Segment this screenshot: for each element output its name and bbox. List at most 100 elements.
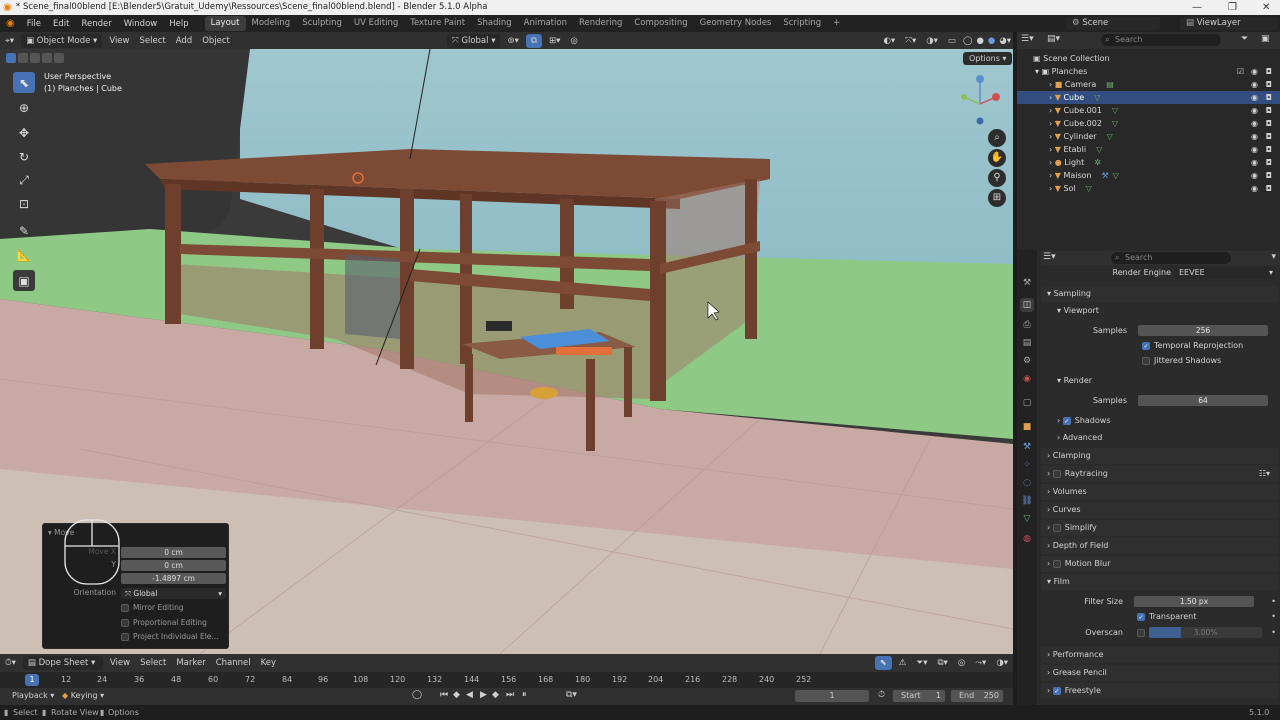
render-camera-icon[interactable]: ◘ — [1266, 182, 1272, 195]
shading-material-icon[interactable]: ● — [986, 34, 997, 48]
overscan-checkbox[interactable] — [1137, 629, 1145, 637]
overscan-field[interactable]: 3.00% — [1149, 627, 1262, 638]
viewport-samples-field[interactable]: 256 — [1138, 325, 1268, 336]
play-icon[interactable]: ▶ — [480, 690, 487, 700]
proportional-icon[interactable]: ◎ — [953, 656, 970, 670]
transparent-checkbox[interactable]: ✓ — [1137, 612, 1145, 621]
collection-tab-icon[interactable]: ▢ — [1020, 396, 1034, 410]
project-checkbox[interactable] — [121, 633, 129, 641]
simplify-section[interactable]: › Simplify — [1041, 520, 1278, 536]
select-intersect-icon[interactable] — [54, 53, 64, 63]
display-mode-icon[interactable]: ▤▾ — [1047, 34, 1060, 44]
render-camera-icon[interactable]: ◘ — [1266, 169, 1272, 182]
raytracing-section[interactable]: › Raytracing ☷▾ — [1041, 466, 1278, 482]
modifier-tab-icon[interactable]: ⚒ — [1020, 440, 1034, 454]
ortho-toggle-icon[interactable]: ⊞ — [988, 189, 1006, 207]
shadows-checkbox[interactable]: ✓ — [1062, 416, 1071, 425]
eye-icon[interactable]: ◉ — [1251, 182, 1258, 195]
tab-texture-paint[interactable]: Texture Paint — [404, 16, 471, 31]
select-invert-icon[interactable] — [42, 53, 52, 63]
eye-icon[interactable]: ◉ — [1251, 143, 1258, 156]
world-tab-icon[interactable]: ◉ — [1020, 372, 1034, 386]
advanced-subsection[interactable]: › Advanced — [1041, 430, 1278, 446]
eye-icon[interactable]: ◉ — [1251, 130, 1258, 143]
select-new-icon[interactable] — [6, 53, 16, 63]
outliner-search-input[interactable]: ⌕ Search — [1101, 34, 1221, 46]
rotate-tool-icon[interactable]: ↻ — [13, 146, 35, 167]
keyframe-dot-icon[interactable]: • — [1271, 594, 1276, 610]
menu-file[interactable]: File — [21, 19, 47, 29]
jump-end-icon[interactable]: ⏭ — [506, 690, 514, 700]
render-subsection[interactable]: ▾ Render — [1041, 373, 1278, 389]
select-extend-icon[interactable] — [18, 53, 28, 63]
transform-tool-icon[interactable]: ⊡ — [13, 193, 35, 214]
freestyle-checkbox[interactable]: ✓ — [1052, 686, 1061, 695]
filter-size-field[interactable]: 1.50 px — [1134, 596, 1254, 607]
annotate-tool-icon[interactable]: ✎ — [13, 220, 35, 241]
proportional-editing-row[interactable]: Proportional Editing — [121, 618, 308, 630]
move-x-field[interactable]: 0 cm — [121, 547, 226, 558]
material-tab-icon[interactable]: ◍ — [1020, 532, 1034, 546]
menu-view[interactable]: View — [104, 34, 134, 48]
shading-solid-icon[interactable]: ● — [974, 34, 985, 48]
measure-tool-icon[interactable]: 📐 — [13, 244, 35, 265]
options-dropdown[interactable]: Options ▾ — [963, 52, 1013, 65]
jittered-shadows-row[interactable]: Jittered Shadows — [1041, 353, 1278, 369]
dope-menu-marker[interactable]: Marker — [171, 656, 210, 670]
tab-compositing[interactable]: Compositing — [628, 16, 693, 31]
eye-icon[interactable]: ◉ — [1251, 78, 1258, 91]
exclude-checkbox-icon[interactable]: ☑ — [1237, 65, 1244, 78]
playback-menu[interactable]: Playback ▾ — [12, 691, 54, 700]
show-errors-icon[interactable]: ⚠ — [894, 656, 912, 670]
tab-shading[interactable]: Shading — [471, 16, 518, 31]
jump-start-icon[interactable]: ⏮ — [440, 690, 448, 700]
project-individual-row[interactable]: Project Individual Ele... — [121, 632, 308, 644]
new-collection-icon[interactable]: ▣ — [1261, 34, 1270, 44]
move-z-field[interactable]: -1.4897 cm — [121, 573, 226, 584]
editor-type-icon[interactable]: ⌖▾ — [0, 34, 19, 48]
properties-search-input[interactable]: ⌕ Search — [1111, 252, 1231, 264]
add-workspace-icon[interactable]: + — [827, 16, 846, 31]
only-selected-icon[interactable]: ⬉ — [874, 656, 892, 670]
jittered-checkbox[interactable] — [1142, 356, 1150, 365]
outliner-item-cube002[interactable]: › ▼ Cube.002 ▽ ◉ ◘ — [1017, 117, 1280, 130]
move-y-field[interactable]: 0 cm — [121, 560, 226, 571]
raytracing-checkbox[interactable] — [1052, 469, 1061, 478]
outliner-editor-icon[interactable]: ☰▾ — [1021, 34, 1034, 44]
grease-pencil-section[interactable]: › Grease Pencil — [1041, 665, 1278, 681]
tab-scripting[interactable]: Scripting — [777, 16, 827, 31]
menu-add[interactable]: Add — [171, 34, 197, 48]
chevron-down-icon[interactable]: ▾ — [1271, 252, 1276, 262]
outliner-item-sol[interactable]: › ▼ Sol ▽ ◉ ◘ — [1017, 182, 1280, 195]
clamping-section[interactable]: › Clamping — [1041, 448, 1278, 464]
mirror-editing-row[interactable]: Mirror Editing — [121, 603, 308, 615]
outliner-item-cube[interactable]: › ▼ Cube ▽ ◉ ◘ — [1017, 91, 1280, 104]
play-reverse-icon[interactable]: ◀ — [466, 690, 473, 700]
orientation-dropdown[interactable]: ⤧ Global ▾ — [121, 588, 226, 599]
add-cube-tool-icon[interactable]: ▣ — [13, 270, 35, 291]
properties-editor-icon[interactable]: ☰▾ — [1043, 252, 1056, 262]
motion-blur-section[interactable]: › Motion Blur — [1041, 556, 1278, 572]
maximize-icon[interactable]: ❐ — [1228, 0, 1237, 15]
render-camera-icon[interactable]: ◘ — [1266, 143, 1272, 156]
dope-menu-key[interactable]: Key — [256, 656, 281, 670]
render-camera-icon[interactable]: ◘ — [1266, 156, 1272, 169]
blender-menu-icon[interactable]: ◉ — [0, 18, 21, 29]
frame-ruler[interactable]: 1 12 24 36 48 60 72 84 96 108 120 132 14… — [0, 672, 1013, 688]
keying-menu[interactable]: ◆ Keying ▾ — [62, 691, 104, 700]
auto-key-icon[interactable]: ◯ — [412, 690, 422, 700]
dopesheet-mode-selector[interactable]: ▤ Dope Sheet ▾ — [22, 656, 103, 670]
eye-icon[interactable]: ◉ — [1251, 91, 1258, 104]
close-icon[interactable]: ✕ — [1262, 0, 1270, 15]
tab-uv-editing[interactable]: UV Editing — [348, 16, 404, 31]
mode-selector[interactable]: ▣ Object Mode ▾ — [21, 33, 103, 48]
keyframe-dot-icon[interactable]: • — [1271, 625, 1276, 641]
snap-icon[interactable]: ⧉ — [525, 33, 542, 48]
visibility-icon[interactable]: ◐▾ — [878, 34, 900, 48]
dope-menu-channel[interactable]: Channel — [211, 656, 256, 670]
view-layer-selector[interactable]: ▤ ViewLayer — [1180, 17, 1278, 30]
render-samples-field[interactable]: 64 — [1138, 395, 1268, 406]
prev-keyframe-icon[interactable]: ◆ — [453, 690, 460, 700]
scale-tool-icon[interactable]: ⤢ — [13, 170, 35, 191]
filter-icon[interactable]: ⏷ — [1241, 34, 1248, 44]
